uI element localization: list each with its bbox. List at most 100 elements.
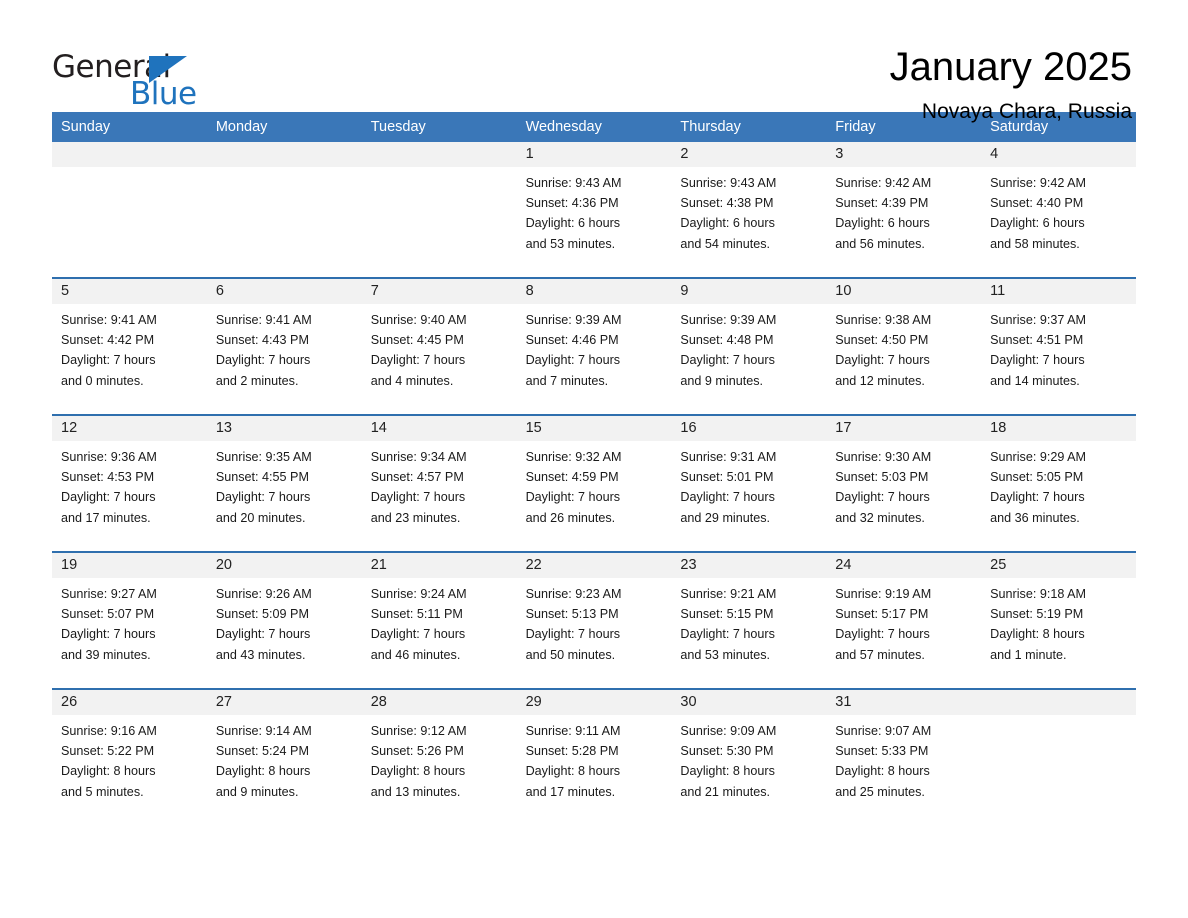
sunset-text: Sunset: 5:05 PM	[990, 470, 1084, 485]
sunrise-text: Sunrise: 9:30 AM	[835, 450, 932, 464]
daylight-text-line1: Daylight: 7 hours	[525, 627, 621, 642]
day-cell[interactable]: 8 Sunrise: 9:39 AM Sunset: 4:46 PM Daylight…	[516, 279, 672, 414]
day-sun-info: Sunrise: 9:30 AM Sunset: 5:03 PM Daylight:…	[826, 441, 981, 528]
day-cell[interactable]: 20 Sunrise: 9:26 AM Sunset: 5:09 PM Dayligh…	[206, 553, 362, 688]
day-number-band: 21	[361, 553, 517, 578]
sunset-text: Sunset: 5:28 PM	[525, 744, 619, 759]
day-cell[interactable]: 29 Sunrise: 9:11 AM Sunset: 5:28 PM Dayligh…	[516, 690, 672, 825]
sunrise-text: Sunrise: 9:14 AM	[215, 724, 312, 738]
day-cell[interactable]: 31 Sunrise: 9:07 AM Sunset: 5:33 PM Dayligh…	[826, 690, 982, 825]
daylight-text-line2: and 54 minutes.	[680, 236, 771, 251]
day-cell[interactable]: 30 Sunrise: 9:09 AM Sunset: 5:30 PM Dayligh…	[671, 690, 827, 825]
day-cell[interactable]: 21 Sunrise: 9:24 AM Sunset: 5:11 PM Dayligh…	[361, 553, 517, 688]
day-number: 16	[680, 420, 697, 436]
daylight-text-line1: Daylight: 8 hours	[61, 764, 156, 779]
daylight-text-line2: and 46 minutes.	[370, 647, 461, 662]
day-cell[interactable]: 6 Sunrise: 9:41 AM Sunset: 4:43 PM Daylight…	[206, 279, 362, 414]
day-number-band	[361, 142, 517, 167]
calendar-week-row: 19 Sunrise: 9:27 AM Sunset: 5:07 PM Dayligh…	[52, 551, 1136, 688]
daylight-text-line2: and 53 minutes.	[680, 647, 771, 662]
weekday-header-friday: Friday	[835, 119, 876, 135]
daylight-text-line2: and 43 minutes.	[215, 647, 306, 662]
logo-word-blue: Blue	[130, 76, 197, 112]
daylight-text-line1: Daylight: 7 hours	[835, 353, 930, 368]
day-number-band: 9	[671, 279, 827, 304]
day-cell[interactable]: 16 Sunrise: 9:31 AM Sunset: 5:01 PM Dayligh…	[671, 416, 827, 551]
sunset-text: Sunset: 4:46 PM	[525, 333, 619, 348]
day-sun-info: Sunrise: 9:40 AM Sunset: 4:45 PM Daylight:…	[362, 304, 517, 391]
day-number: 21	[370, 557, 387, 573]
calendar-week-row: 1 Sunrise: 9:43 AM Sunset: 4:36 PM Daylight…	[52, 142, 1136, 277]
day-cell[interactable]: 23 Sunrise: 9:21 AM Sunset: 5:15 PM Dayligh…	[671, 553, 827, 688]
day-cell[interactable]: 12 Sunrise: 9:36 AM Sunset: 4:53 PM Dayligh…	[52, 416, 207, 551]
day-number: 20	[215, 557, 232, 573]
daylight-text-line2: and 9 minutes.	[215, 784, 299, 799]
day-cell[interactable]: 28 Sunrise: 9:12 AM Sunset: 5:26 PM Dayligh…	[361, 690, 517, 825]
day-number-band: 3	[826, 142, 982, 167]
sunrise-text: Sunrise: 9:37 AM	[990, 313, 1087, 327]
day-number-band: 6	[206, 279, 362, 304]
day-number: 19	[61, 557, 78, 573]
day-sun-info: Sunrise: 9:12 AM Sunset: 5:26 PM Daylight:…	[362, 715, 517, 802]
day-cell[interactable]: 24 Sunrise: 9:19 AM Sunset: 5:17 PM Dayligh…	[826, 553, 982, 688]
sunset-text: Sunset: 5:01 PM	[680, 470, 774, 485]
day-number-band: 13	[206, 416, 362, 441]
day-number: 17	[835, 420, 852, 436]
day-cell[interactable]: 27 Sunrise: 9:14 AM Sunset: 5:24 PM Dayligh…	[206, 690, 362, 825]
calendar-week-row: 5 Sunrise: 9:41 AM Sunset: 4:42 PM Daylight…	[52, 277, 1136, 414]
daylight-text-line2: and 17 minutes.	[61, 510, 151, 525]
sunrise-text: Sunrise: 9:16 AM	[61, 724, 157, 738]
day-cell[interactable]: 4 Sunrise: 9:42 AM Sunset: 4:40 PM Daylight…	[981, 142, 1136, 277]
daylight-text-line2: and 13 minutes.	[370, 784, 461, 799]
day-number: 18	[990, 420, 1007, 436]
day-cell[interactable]: 17 Sunrise: 9:30 AM Sunset: 5:03 PM Dayligh…	[826, 416, 982, 551]
day-cell[interactable]: 13 Sunrise: 9:35 AM Sunset: 4:55 PM Dayligh…	[206, 416, 362, 551]
sunset-text: Sunset: 5:11 PM	[370, 607, 463, 622]
day-cell[interactable]: 22 Sunrise: 9:23 AM Sunset: 5:13 PM Dayligh…	[516, 553, 672, 688]
day-cell[interactable]: 3 Sunrise: 9:42 AM Sunset: 4:39 PM Daylight…	[826, 142, 982, 277]
day-number-band: 29	[516, 690, 672, 715]
daylight-text-line2: and 0 minutes.	[61, 373, 144, 388]
day-cell[interactable]: 26 Sunrise: 9:16 AM Sunset: 5:22 PM Dayligh…	[52, 690, 207, 825]
day-cell[interactable]: 18 Sunrise: 9:29 AM Sunset: 5:05 PM Dayligh…	[981, 416, 1136, 551]
day-sun-info: Sunrise: 9:43 AM Sunset: 4:36 PM Daylight:…	[517, 167, 672, 254]
general-blue-logo[interactable]: General Blue	[52, 46, 212, 120]
weekday-header-wednesday: Wednesday	[525, 119, 602, 135]
day-cell[interactable]: 14 Sunrise: 9:34 AM Sunset: 4:57 PM Dayligh…	[361, 416, 517, 551]
sunset-text: Sunset: 5:13 PM	[525, 607, 619, 622]
day-sun-info: Sunrise: 9:21 AM Sunset: 5:15 PM Daylight:…	[671, 578, 826, 665]
sunrise-text: Sunrise: 9:18 AM	[990, 587, 1087, 601]
sunrise-text: Sunrise: 9:23 AM	[525, 587, 622, 601]
day-number-band: 16	[671, 416, 827, 441]
day-cell[interactable]: 2 Sunrise: 9:43 AM Sunset: 4:38 PM Daylight…	[671, 142, 827, 277]
sunrise-text: Sunrise: 9:07 AM	[835, 724, 932, 738]
day-cell[interactable]: 19 Sunrise: 9:27 AM Sunset: 5:07 PM Dayligh…	[52, 553, 207, 688]
day-sun-info: Sunrise: 9:43 AM Sunset: 4:38 PM Daylight:…	[671, 167, 826, 254]
day-cell[interactable]: 5 Sunrise: 9:41 AM Sunset: 4:42 PM Daylight…	[52, 279, 207, 414]
day-number: 29	[525, 694, 542, 710]
day-number: 11	[990, 283, 1006, 299]
day-cell[interactable]: 7 Sunrise: 9:40 AM Sunset: 4:45 PM Daylight…	[361, 279, 517, 414]
daylight-text-line1: Daylight: 8 hours	[680, 764, 775, 779]
page-title: January 2025	[889, 45, 1132, 89]
daylight-text-line2: and 29 minutes.	[680, 510, 771, 525]
sunset-text: Sunset: 5:17 PM	[835, 607, 929, 622]
day-cell[interactable]: 15 Sunrise: 9:32 AM Sunset: 4:59 PM Dayligh…	[516, 416, 672, 551]
sunset-text: Sunset: 4:43 PM	[215, 333, 309, 348]
day-cell[interactable]: 9 Sunrise: 9:39 AM Sunset: 4:48 PM Daylight…	[671, 279, 827, 414]
sunset-text: Sunset: 5:24 PM	[215, 744, 309, 759]
sunset-text: Sunset: 4:51 PM	[990, 333, 1084, 348]
day-number: 25	[990, 557, 1007, 573]
day-number: 5	[61, 283, 70, 299]
day-number: 22	[525, 557, 542, 573]
day-sun-info: Sunrise: 9:11 AM Sunset: 5:28 PM Daylight:…	[517, 715, 672, 802]
daylight-text-line2: and 2 minutes.	[215, 373, 299, 388]
daylight-text-line1: Daylight: 8 hours	[835, 764, 930, 779]
day-cell[interactable]: 10 Sunrise: 9:38 AM Sunset: 4:50 PM Dayligh…	[826, 279, 982, 414]
sunset-text: Sunset: 5:03 PM	[835, 470, 929, 485]
day-cell[interactable]: 1 Sunrise: 9:43 AM Sunset: 4:36 PM Daylight…	[516, 142, 672, 277]
day-cell[interactable]: 11 Sunrise: 9:37 AM Sunset: 4:51 PM Dayligh…	[981, 279, 1136, 414]
daylight-text-line1: Daylight: 7 hours	[680, 353, 775, 368]
day-cell[interactable]: 25 Sunrise: 9:18 AM Sunset: 5:19 PM Dayligh…	[981, 553, 1136, 688]
sunset-text: Sunset: 4:57 PM	[370, 470, 464, 485]
